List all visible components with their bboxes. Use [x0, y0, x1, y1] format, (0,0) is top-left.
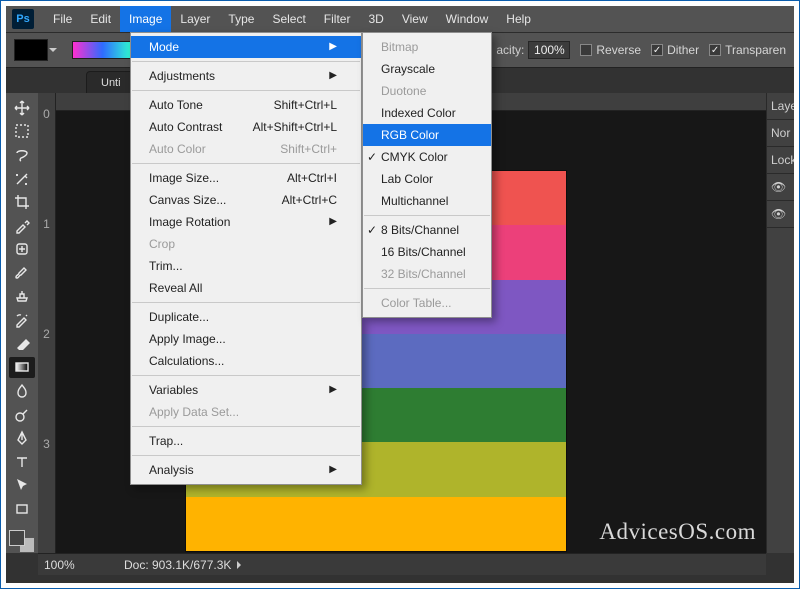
menu-file[interactable]: File: [44, 6, 81, 32]
image-menu-auto-contrast[interactable]: Auto ContrastAlt+Shift+Ctrl+L: [131, 116, 361, 138]
document-tab[interactable]: Unti: [86, 71, 136, 93]
menu-select[interactable]: Select: [263, 6, 314, 32]
gradient-tool[interactable]: [9, 357, 35, 379]
menu-edit[interactable]: Edit: [81, 6, 120, 32]
menu-image[interactable]: Image: [120, 6, 171, 32]
eyedropper-tool[interactable]: [9, 215, 35, 237]
foreground-swatch-picker[interactable]: [14, 39, 48, 61]
marquee-tool[interactable]: [9, 121, 35, 143]
mode-menu-bitmap: Bitmap: [363, 36, 491, 58]
image-menu-mode[interactable]: Mode▶: [131, 36, 361, 58]
document-info[interactable]: Doc: 903.1K/677.3K: [124, 558, 231, 572]
image-menu-trim[interactable]: Trim...: [131, 255, 361, 277]
menu-window[interactable]: Window: [437, 6, 498, 32]
brush-tool[interactable]: [9, 262, 35, 284]
mode-menu-rgb-color[interactable]: RGB Color: [363, 124, 491, 146]
crop-tool[interactable]: [9, 191, 35, 213]
mode-menu-duotone: Duotone: [363, 80, 491, 102]
transparency-label: Transparen: [725, 43, 786, 57]
image-menu-apply-image[interactable]: Apply Image...: [131, 328, 361, 350]
image-menu-adjustments[interactable]: Adjustments▶: [131, 65, 361, 87]
mode-menu-16-bits-channel[interactable]: 16 Bits/Channel: [363, 241, 491, 263]
rectangle-tool[interactable]: [9, 498, 35, 520]
ruler-vertical: 0123: [38, 93, 56, 553]
magic-wand-tool[interactable]: [9, 168, 35, 190]
image-menu-canvas-size[interactable]: Canvas Size...Alt+Ctrl+C: [131, 189, 361, 211]
mode-menu-lab-color[interactable]: Lab Color: [363, 168, 491, 190]
image-menu-image-size[interactable]: Image Size...Alt+Ctrl+I: [131, 167, 361, 189]
image-menu-apply-data-set: Apply Data Set...: [131, 401, 361, 423]
mode-submenu-dropdown: BitmapGrayscaleDuotoneIndexed ColorRGB C…: [362, 32, 492, 318]
image-menu-crop: Crop: [131, 233, 361, 255]
mode-menu-multichannel[interactable]: Multichannel: [363, 190, 491, 212]
zoom-level[interactable]: 100%: [44, 558, 104, 572]
visibility-icon[interactable]: 👁: [767, 174, 794, 201]
mode-menu-indexed-color[interactable]: Indexed Color: [363, 102, 491, 124]
reverse-label: Reverse: [596, 43, 641, 57]
dodge-tool[interactable]: [9, 404, 35, 426]
image-menu-trap[interactable]: Trap...: [131, 430, 361, 452]
image-menu-auto-color: Auto ColorShift+Ctrl+: [131, 138, 361, 160]
opacity-label: acity:: [496, 43, 524, 57]
image-menu-image-rotation[interactable]: Image Rotation▶: [131, 211, 361, 233]
lock-row: Lock:: [767, 147, 794, 174]
image-menu-reveal-all[interactable]: Reveal All: [131, 277, 361, 299]
status-flyout-icon[interactable]: [237, 561, 245, 569]
watermark: AdvicesOS.com: [599, 519, 756, 545]
healing-brush-tool[interactable]: [9, 239, 35, 261]
image-menu-auto-tone[interactable]: Auto ToneShift+Ctrl+L: [131, 94, 361, 116]
mode-menu-cmyk-color[interactable]: ✓CMYK Color: [363, 146, 491, 168]
type-tool[interactable]: [9, 451, 35, 473]
lasso-tool[interactable]: [9, 144, 35, 166]
image-menu-dropdown: Mode▶Adjustments▶Auto ToneShift+Ctrl+LAu…: [130, 32, 362, 485]
image-menu-variables[interactable]: Variables▶: [131, 379, 361, 401]
mode-menu-color-table: Color Table...: [363, 292, 491, 314]
menu-3d[interactable]: 3D: [359, 6, 392, 32]
status-bar: 100% Doc: 903.1K/677.3K: [38, 553, 766, 575]
history-brush-tool[interactable]: [9, 309, 35, 331]
menubar: Ps FileEditImageLayerTypeSelectFilter3DV…: [6, 6, 794, 32]
clone-stamp-tool[interactable]: [9, 286, 35, 308]
menu-type[interactable]: Type: [219, 6, 263, 32]
mode-menu-8-bits-channel[interactable]: ✓8 Bits/Channel: [363, 219, 491, 241]
transparency-checkbox[interactable]: [709, 44, 721, 56]
reverse-checkbox[interactable]: [580, 44, 592, 56]
blur-tool[interactable]: [9, 380, 35, 402]
dither-checkbox[interactable]: [651, 44, 663, 56]
tool-palette: [6, 93, 38, 553]
opacity-value[interactable]: 100%: [528, 41, 570, 59]
menu-filter[interactable]: Filter: [315, 6, 360, 32]
visibility-icon[interactable]: 👁: [767, 201, 794, 228]
color-swatches[interactable]: [9, 530, 35, 553]
eraser-tool[interactable]: [9, 333, 35, 355]
pen-tool[interactable]: [9, 427, 35, 449]
layers-panel-header[interactable]: Laye: [767, 93, 794, 120]
image-menu-duplicate[interactable]: Duplicate...: [131, 306, 361, 328]
mode-menu-grayscale[interactable]: Grayscale: [363, 58, 491, 80]
mode-menu-32-bits-channel: 32 Bits/Channel: [363, 263, 491, 285]
path-selection-tool[interactable]: [9, 475, 35, 497]
app-logo: Ps: [12, 9, 34, 29]
right-panel: Laye Nor Lock: 👁 👁: [766, 93, 794, 553]
move-tool[interactable]: [9, 97, 35, 119]
menu-layer[interactable]: Layer: [171, 6, 219, 32]
image-menu-analysis[interactable]: Analysis▶: [131, 459, 361, 481]
dither-label: Dither: [667, 43, 699, 57]
menu-view[interactable]: View: [393, 6, 437, 32]
menu-help[interactable]: Help: [497, 6, 540, 32]
blend-mode-row[interactable]: Nor: [767, 120, 794, 147]
image-menu-calculations[interactable]: Calculations...: [131, 350, 361, 372]
